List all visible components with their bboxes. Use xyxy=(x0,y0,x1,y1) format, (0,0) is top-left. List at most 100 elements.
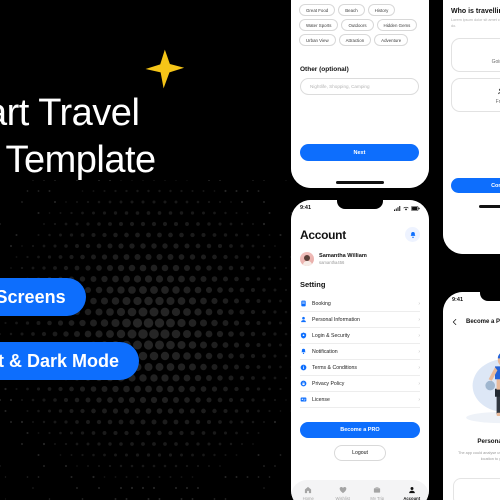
sidebar-item-license[interactable]: License › xyxy=(300,392,420,407)
chip-urban-view[interactable]: Urban View xyxy=(299,34,336,46)
wifi-icon xyxy=(403,206,409,211)
battery-icon xyxy=(411,206,420,211)
chevron-right-icon: › xyxy=(418,333,420,339)
chevron-right-icon: › xyxy=(418,301,420,307)
next-button-label: Next xyxy=(354,150,366,156)
continue-button[interactable]: Continue xyxy=(451,178,500,193)
chevron-right-icon: › xyxy=(418,349,420,355)
logout-label: Logout xyxy=(352,450,368,456)
headline-line-1: Smart Travel xyxy=(0,90,290,137)
person-icon xyxy=(300,316,307,323)
option-going-solo[interactable]: Going Solo xyxy=(451,38,500,72)
nav-title: Become a Pro xyxy=(466,319,500,325)
status-bar: 9:41 xyxy=(291,200,429,216)
other-label: Other (optional) xyxy=(300,66,349,73)
tag-chip-list: Great Food Beach History Water Sports Ou… xyxy=(299,4,421,46)
profile-row[interactable]: Samantha William samantha456 xyxy=(300,252,367,266)
tab-account[interactable]: Account xyxy=(395,486,430,500)
sparkle-star-icon xyxy=(143,48,185,90)
home-icon xyxy=(304,486,312,494)
chip-great-food[interactable]: Great Food xyxy=(299,4,335,16)
status-time: 9:41 xyxy=(452,297,463,303)
tab-wishlist[interactable]: Wishlist xyxy=(326,486,361,500)
sidebar-item-personal-information[interactable]: Personal Information › xyxy=(300,312,420,327)
signal-icon xyxy=(394,206,401,211)
heart-icon xyxy=(339,486,347,494)
tab-account-label: Account xyxy=(403,496,420,500)
chip-history[interactable]: History xyxy=(368,4,396,16)
sidebar-item-privacy-policy[interactable]: Privacy Policy › xyxy=(300,376,420,391)
chip-hidden-gems[interactable]: Hidden Gems xyxy=(377,19,418,31)
option-friends[interactable]: Friends xyxy=(451,78,500,112)
sidebar-item-terms-conditions-label: Terms & Conditions xyxy=(312,365,413,371)
chip-water-sports[interactable]: Water Sports xyxy=(299,19,338,31)
phone-mockup-pro: 9:41 Become a Pro xyxy=(443,292,500,500)
home-indicator xyxy=(336,181,384,184)
option-going-solo-label: Going Solo xyxy=(492,59,500,65)
setting-heading: Setting xyxy=(300,280,325,289)
status-time: 9:41 xyxy=(300,205,311,211)
sidebar-item-terms-conditions[interactable]: Terms & Conditions › xyxy=(300,360,420,375)
status-bar: 9:41 xyxy=(443,292,500,308)
sidebar-item-booking[interactable]: Booking › xyxy=(300,296,420,311)
pro-body: The app could analyse users preferences … xyxy=(455,450,500,463)
sidebar-item-license-label: License xyxy=(312,397,413,403)
headline-line-2: App Template xyxy=(0,137,290,184)
info-icon xyxy=(300,364,307,371)
sidebar-item-personal-information-label: Personal Information xyxy=(312,317,413,323)
pro-plan-card[interactable] xyxy=(453,478,500,500)
profile-username: samantha456 xyxy=(319,260,367,266)
page-title: Smart Travel App Template xyxy=(0,90,290,184)
sidebar-item-login-security-label: Login & Security xyxy=(312,333,413,339)
other-input[interactable]: Nightlife, Shopping, Camping xyxy=(300,78,419,95)
tab-my-trip-label: My Trip xyxy=(370,496,384,500)
tab-wishlist-label: Wishlist xyxy=(336,496,350,500)
badge-mode-label: Light & Dark Mode xyxy=(0,351,119,372)
notification-bell-button[interactable] xyxy=(405,227,420,242)
top-navigation: Become a Pro xyxy=(451,318,500,326)
hero-panel: Smart Travel App Template 50+ Screens Li… xyxy=(0,0,300,500)
phone-mockup-travellers: Create Trip Who is travelling Lorem ipsu… xyxy=(443,0,500,254)
chip-attraction[interactable]: Attraction xyxy=(339,34,372,46)
booking-icon xyxy=(300,300,307,307)
chevron-right-icon: › xyxy=(418,317,420,323)
badge-mode: Light & Dark Mode xyxy=(0,342,139,380)
chevron-right-icon: › xyxy=(418,397,420,403)
gutter-mask xyxy=(429,0,443,500)
bottom-tab-bar: Home Wishlist My Trip Account xyxy=(291,480,429,500)
sidebar-item-privacy-policy-label: Privacy Policy xyxy=(312,381,413,387)
license-icon xyxy=(300,396,307,403)
sidebar-item-notification[interactable]: Notification › xyxy=(300,344,420,359)
sidebar-item-notification-label: Notification xyxy=(312,349,413,355)
logout-button[interactable]: Logout xyxy=(334,445,386,461)
bell-icon xyxy=(409,231,417,239)
badge-screens: 50+ Screens xyxy=(0,278,86,316)
other-input-placeholder: Nightlife, Shopping, Camping xyxy=(310,84,370,89)
halftone-dot-pattern xyxy=(0,180,300,500)
arrow-left-icon[interactable] xyxy=(451,318,459,326)
option-friends-label: Friends xyxy=(496,99,500,105)
sidebar-item-login-security[interactable]: Login & Security › xyxy=(300,328,420,343)
account-icon xyxy=(408,486,416,494)
chip-outdoors[interactable]: Outdoors xyxy=(341,19,373,31)
page-title-account: Account xyxy=(300,228,346,242)
become-pro-label: Become a PRO xyxy=(340,427,379,433)
shield-icon xyxy=(300,332,307,339)
profile-name: Samantha William xyxy=(319,252,367,260)
chip-beach[interactable]: Beach xyxy=(338,4,364,16)
next-button[interactable]: Next xyxy=(300,144,419,161)
phone-mockup-tags: Great Food Beach History Water Sports Ou… xyxy=(291,0,429,188)
question-title: Who is travelling xyxy=(451,8,500,15)
avatar xyxy=(300,252,314,266)
continue-label: Continue xyxy=(491,183,500,189)
chip-adventure[interactable]: Adventure xyxy=(374,34,408,46)
bell-icon xyxy=(300,348,307,355)
screenshot-canvas: Smart Travel App Template 50+ Screens Li… xyxy=(0,0,500,500)
become-pro-button[interactable]: Become a PRO xyxy=(300,422,420,438)
question-subtitle: Lorem ipsum dolor sit amet consectetur a… xyxy=(451,18,500,29)
tab-home[interactable]: Home xyxy=(291,486,326,500)
lock-icon xyxy=(300,380,307,387)
badge-screens-label: 50+ Screens xyxy=(0,287,66,308)
tab-my-trip[interactable]: My Trip xyxy=(360,486,395,500)
phone-mockup-account: 9:41 Account Samantha William samantha45… xyxy=(291,200,429,500)
